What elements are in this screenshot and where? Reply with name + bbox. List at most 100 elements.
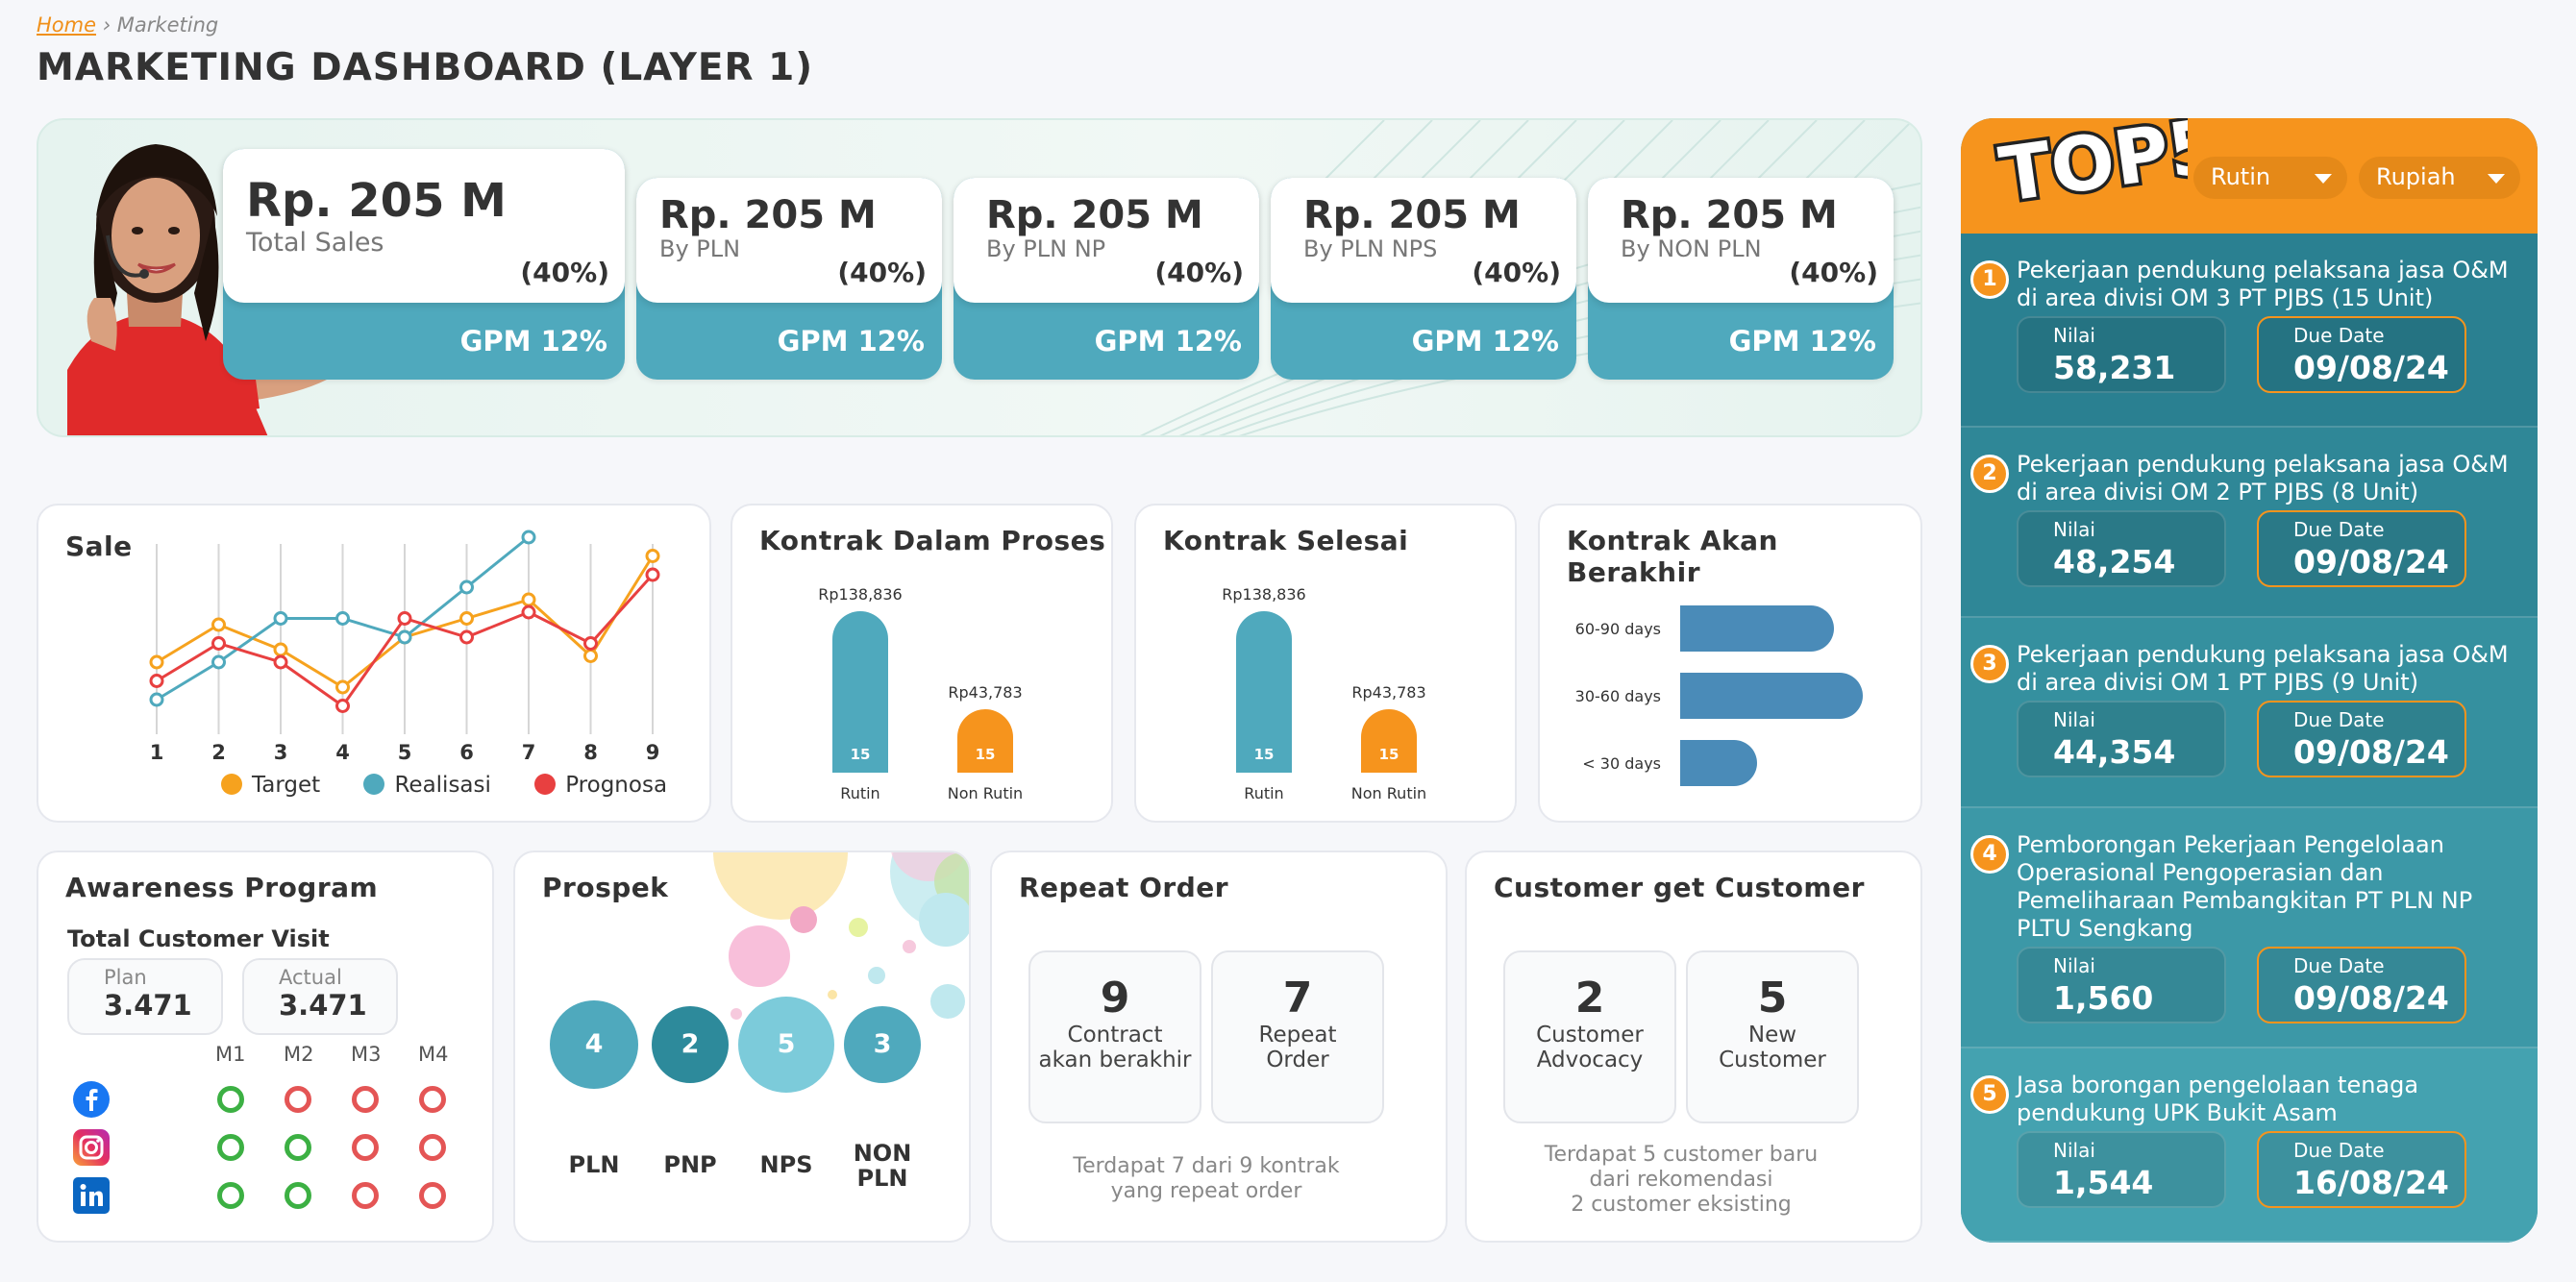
x-tick-label: 5 [398, 741, 412, 764]
data-point-prognosa[interactable] [583, 636, 598, 651]
customer-get-customer-card: Customer get Customer 2 Customer Advocac… [1465, 851, 1922, 1243]
prospek-bubble-pln[interactable]: 4 [550, 1000, 638, 1089]
kpi-card-by-pln[interactable]: Rp. 205 M By PLN (40%) GPM 12% [636, 178, 942, 380]
top5-logo: TOP5 [1992, 118, 2188, 218]
month-header-m2: M2 [284, 1043, 314, 1066]
kpi-percent: (40%) [1154, 257, 1244, 288]
data-point-prognosa[interactable] [335, 699, 350, 713]
box-label-line2: Order [1266, 1048, 1329, 1072]
data-point-prognosa[interactable] [459, 629, 474, 645]
chevron-down-icon [2488, 174, 2505, 184]
cgc-note: Terdapat 5 customer baru dari rekomendas… [1467, 1143, 1895, 1218]
prospek-bubble-non-pln[interactable]: 3 [844, 1006, 921, 1083]
item-title-line: Jasa borongan pengelolaan tenaga [2017, 1072, 2419, 1098]
due-date-label: Due Date [2293, 954, 2385, 977]
bar-value-label: Rp43,783 [1351, 683, 1425, 702]
item-title-line: pendukung UPK Bukit Asam [2017, 1099, 2338, 1126]
item-title-line: Pekerjaan pendukung pelaksana jasa O&M [2017, 257, 2509, 284]
data-point-prognosa[interactable] [397, 611, 412, 626]
nilai-value: 44,354 [2053, 733, 2176, 771]
facebook-icon[interactable] [73, 1081, 110, 1118]
top5-item[interactable]: 3 Pekerjaan pendukung pelaksana jasa O&M d… [1961, 618, 2538, 808]
hbar-2[interactable] [1680, 740, 1757, 786]
status-ring-green [217, 1182, 244, 1209]
kpi-card-top: Rp. 205 M Total Sales (40%) [223, 149, 625, 303]
kpi-percent: (40%) [520, 257, 609, 288]
kpi-card-total-sales[interactable]: Rp. 205 M Total Sales (40%) GPM 12% [223, 149, 625, 380]
nilai-box: Nilai 44,354 [2017, 701, 2226, 777]
filter-rutin-dropdown[interactable]: Rutin [2193, 157, 2347, 199]
box-label-line1: New [1747, 1023, 1797, 1048]
legend-dot-target [221, 774, 242, 795]
data-point-target[interactable] [645, 549, 660, 563]
bar-non-rutin[interactable] [1361, 709, 1417, 773]
nilai-box: Nilai 58,231 [2017, 316, 2226, 393]
contract-akan-berakhir-box[interactable]: 9 Contract akan berakhir [1028, 950, 1201, 1123]
kpi-amount: Rp. 205 M [659, 193, 877, 237]
kpi-card-by-non-pln[interactable]: Rp. 205 M By NON PLN (40%) GPM 12% [1588, 178, 1894, 380]
data-point-prognosa[interactable] [521, 604, 536, 620]
new-customer-box[interactable]: 5 New Customer [1686, 950, 1859, 1123]
hbar-0[interactable] [1680, 605, 1834, 652]
repeat-order-card: Repeat Order 9 Contract akan berakhir 7 … [990, 851, 1448, 1243]
status-ring-green [285, 1182, 311, 1209]
x-tick-label: 7 [522, 741, 536, 764]
item-title-line: di area divisi OM 3 PT PJBS (15 Unit) [2017, 284, 2434, 311]
item-title-line: Pekerjaan pendukung pelaksana jasa O&M [2017, 451, 2509, 478]
kpi-card-by-pln-nps[interactable]: Rp. 205 M By PLN NPS (40%) GPM 12% [1271, 178, 1576, 380]
due-date-label: Due Date [2293, 1139, 2385, 1162]
data-point-target[interactable] [521, 592, 536, 607]
rank-badge: 5 [1970, 1075, 2009, 1114]
instagram-icon[interactable] [73, 1129, 110, 1166]
data-point-prognosa[interactable] [645, 567, 660, 582]
customer-advocacy-box[interactable]: 2 Customer Advocacy [1503, 950, 1676, 1123]
bar-non-rutin[interactable] [957, 709, 1013, 773]
linkedin-icon[interactable] [73, 1177, 110, 1214]
plan-label: Plan [104, 966, 147, 989]
hbar-1[interactable] [1680, 673, 1863, 719]
status-ring-red [352, 1182, 379, 1209]
nilai-value: 1,560 [2053, 979, 2154, 1017]
top5-item[interactable]: 5 Jasa borongan pengelolaan tenaga penduku… [1961, 1048, 2538, 1243]
x-tick-label: 2 [211, 741, 226, 764]
data-point-target[interactable] [459, 611, 474, 626]
x-tick-label: 3 [274, 741, 288, 764]
top5-item[interactable]: 1 Pekerjaan pendukung pelaksana jasa O&M d… [1961, 234, 2538, 428]
repeat-order-title: Repeat Order [1019, 872, 1229, 903]
data-point-realisasi[interactable] [149, 692, 164, 707]
box-value: 7 [1282, 974, 1313, 1023]
bar-value-label: Rp138,836 [1222, 585, 1305, 604]
due-date-box: Due Date 09/08/24 [2257, 701, 2466, 777]
data-point-prognosa[interactable] [273, 654, 288, 670]
nilai-value: 48,254 [2053, 543, 2176, 580]
data-point-prognosa[interactable] [211, 636, 226, 651]
rank-badge: 4 [1970, 835, 2009, 874]
data-point-target[interactable] [211, 617, 226, 632]
data-point-target[interactable] [273, 642, 288, 657]
rank-badge: 2 [1970, 455, 2009, 493]
box-label-line2: Advocacy [1536, 1048, 1644, 1072]
data-point-target[interactable] [149, 654, 164, 670]
x-tick-label: 4 [335, 741, 350, 764]
data-point-realisasi[interactable] [211, 654, 226, 670]
data-point-realisasi[interactable] [521, 530, 536, 545]
prospek-bubble-pnp[interactable]: 2 [652, 1006, 729, 1083]
repeat-order-box[interactable]: 7 Repeat Order [1211, 950, 1384, 1123]
prospek-bubble-nps[interactable]: 5 [738, 997, 834, 1093]
data-point-realisasi[interactable] [335, 611, 350, 626]
filter-rutin-label: Rutin [2211, 163, 2271, 190]
top5-item[interactable]: 2 Pekerjaan pendukung pelaksana jasa O&M d… [1961, 428, 2538, 618]
data-point-realisasi[interactable] [459, 579, 474, 595]
top5-item[interactable]: 4 Pemborongan Pekerjaan Pengelolaan Operas… [1961, 808, 2538, 1048]
kpi-label: By NON PLN [1621, 235, 1762, 262]
data-point-target[interactable] [583, 649, 598, 663]
data-point-realisasi[interactable] [397, 629, 412, 645]
kpi-card-by-pln-np[interactable]: Rp. 205 M By PLN NP (40%) GPM 12% [954, 178, 1259, 380]
data-point-realisasi[interactable] [273, 611, 288, 626]
breadcrumb-home-link[interactable]: Home [37, 13, 96, 37]
x-tick-label: 8 [583, 741, 598, 764]
data-point-prognosa[interactable] [149, 674, 164, 688]
awareness-program-card: Awareness Program Total Customer Visit P… [37, 851, 494, 1243]
filter-rupiah-dropdown[interactable]: Rupiah [2359, 157, 2520, 199]
data-point-target[interactable] [335, 679, 350, 695]
